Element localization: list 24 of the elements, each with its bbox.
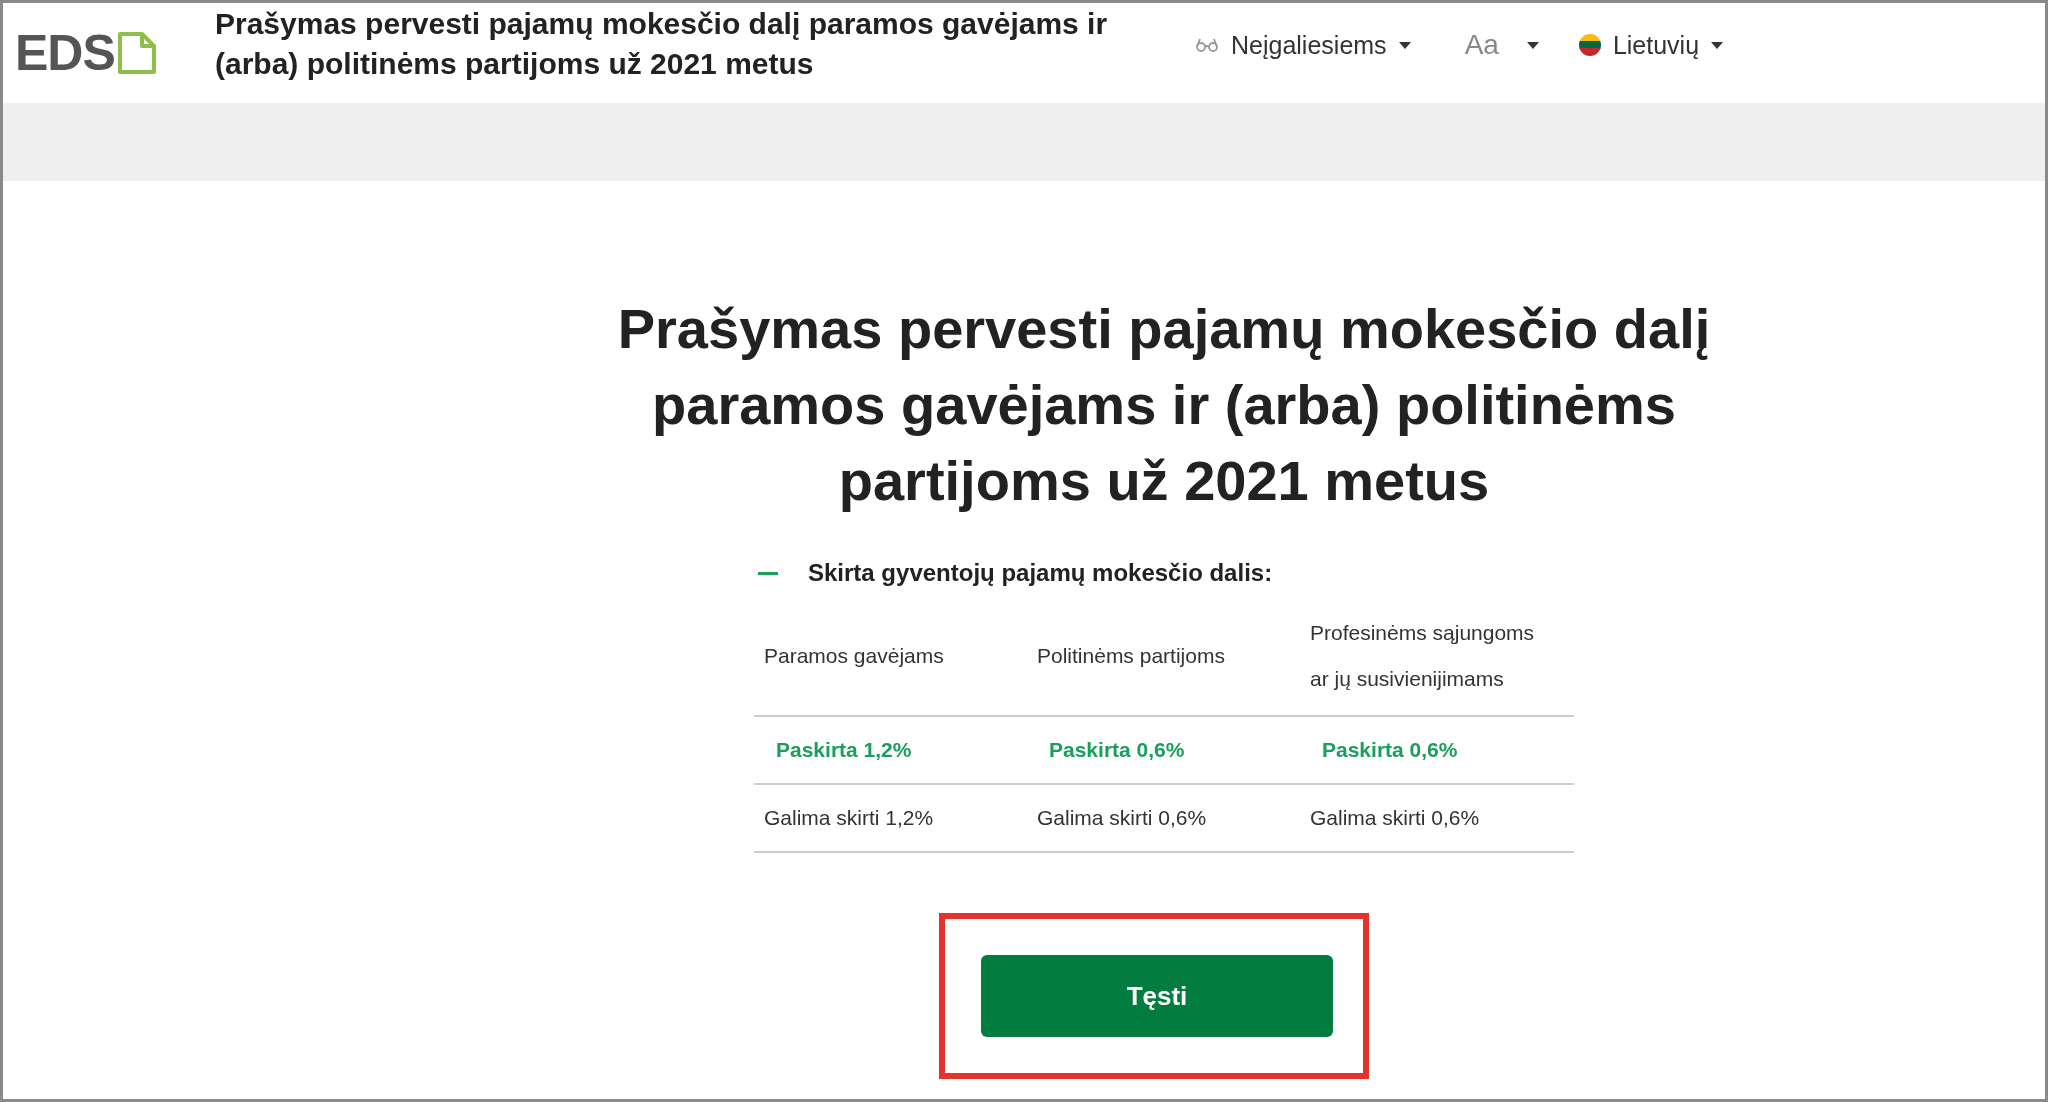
document-icon xyxy=(116,31,157,75)
menu-dropdown[interactable]: Lietuvių xyxy=(1578,29,1724,61)
form-title: Prašymas pervesti pajamų mokesčio dalį paramos gavėjams ir (arba) politinėms partijoms už 2021 metus xyxy=(616,296,1712,514)
table-cell-text: Paskirta 1,2% xyxy=(775,737,913,763)
caret-icon xyxy=(1526,41,1539,49)
table-cell-text: Galima skirti 0,6% xyxy=(1036,805,1208,831)
caret-icon xyxy=(1398,41,1411,49)
column-header: Politinėms partijoms xyxy=(1036,643,1226,669)
table-cell-text: Paskirta 0,6% xyxy=(1048,737,1186,763)
continue-button[interactable]: Tęsti xyxy=(981,955,1333,1037)
menu-dropdown[interactable]: Aa xyxy=(1464,29,1539,61)
table-cell-text: Paskirta 0,6% xyxy=(1321,737,1459,763)
page-title: Prašymas pervesti pajamų mokesčio dalį paramos gavėjams ir (arba) politinėms partijoms už 2021 metus xyxy=(215,6,1109,82)
menu-dropdown[interactable]: Neįgaliesiems xyxy=(1195,29,1411,61)
section-heading: Skirta gyventojų pajamų mokesčio dalis: xyxy=(808,559,1273,587)
column-header: Paramos gavėjams xyxy=(763,643,945,669)
table-cell-text: Galima skirti 1,2% xyxy=(763,805,935,831)
logo-text: EDS xyxy=(15,24,115,82)
table-cell-text: Galima skirti 0,6% xyxy=(1309,805,1481,831)
caret-icon xyxy=(1711,41,1724,49)
flag-icon xyxy=(1578,34,1601,56)
glasses-icon xyxy=(1195,38,1219,52)
collapse-icon[interactable] xyxy=(758,571,778,575)
column-header: Profesinėms sąjungoms ar jų susivienijimams xyxy=(1309,620,1536,692)
